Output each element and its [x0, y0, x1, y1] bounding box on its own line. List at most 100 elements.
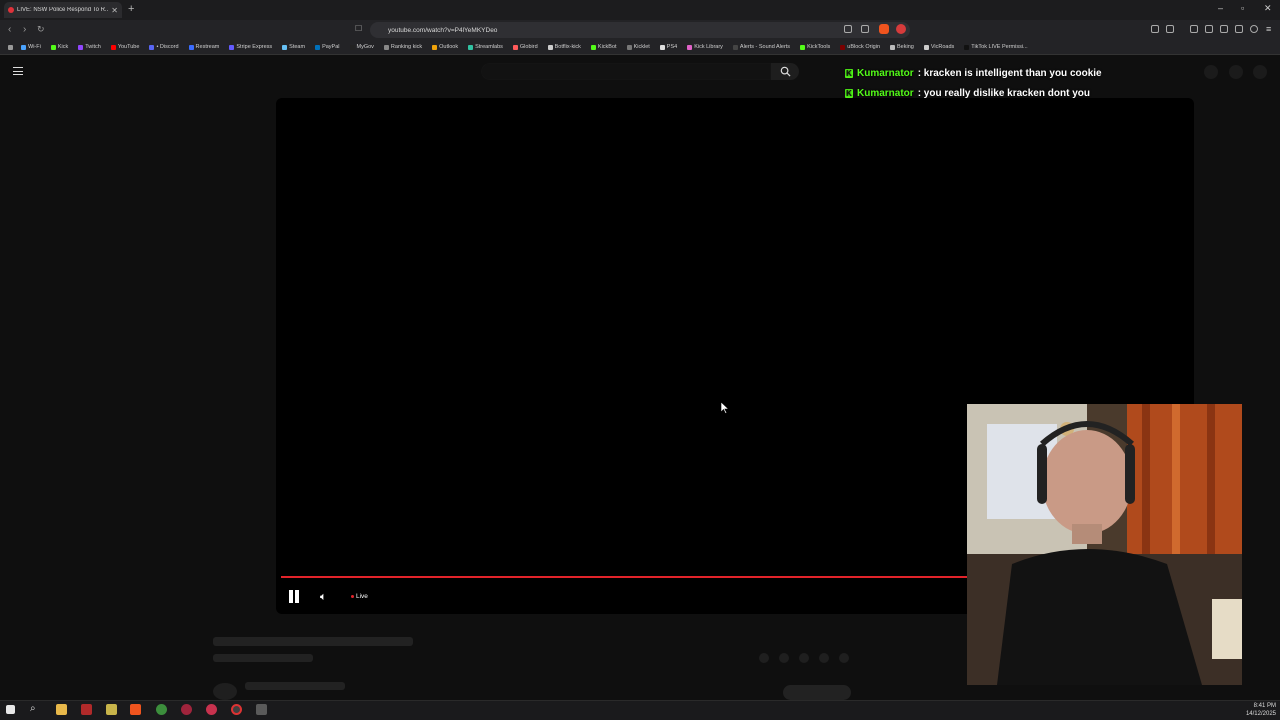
bookmark-item[interactable]: Wi-Fi [21, 44, 41, 50]
minimize-button[interactable]: – [1218, 3, 1223, 13]
volume-icon[interactable]: 🔈︎ [320, 591, 327, 604]
app-icon[interactable] [256, 704, 267, 715]
bookmark-favicon-icon [315, 44, 321, 50]
chrome-icon[interactable] [156, 704, 167, 715]
bookmark-item[interactable]: PayPal [315, 44, 340, 50]
wallet-icon[interactable] [1220, 25, 1228, 33]
app-icon[interactable] [181, 704, 192, 715]
bookmark-item[interactable]: Outlook [432, 44, 458, 50]
chat-message: K Kumarnator : kracken is intelligent th… [845, 68, 1102, 79]
bookmark-item[interactable]: Kicklet [626, 44, 650, 50]
new-tab-button[interactable]: + [128, 3, 134, 15]
close-window-button[interactable]: ✕ [1264, 3, 1272, 14]
bookmark-item[interactable]: Ranking kick [383, 44, 422, 50]
reload-icon[interactable]: ↻ [37, 24, 45, 35]
bookmark-item[interactable]: KickBot [590, 44, 617, 50]
bookmark-item[interactable]: Botflix-kick [547, 44, 581, 50]
live-dot-icon [351, 595, 354, 598]
bookmark-favicon-icon [590, 44, 596, 50]
obs-icon[interactable] [231, 704, 242, 715]
search-button[interactable] [771, 63, 799, 80]
menu-icon[interactable]: ≡ [1266, 24, 1271, 34]
bookmark-item[interactable]: Restream [188, 44, 219, 50]
bookmark-item[interactable]: Kick Library [687, 44, 723, 50]
bookmark-favicon-icon [800, 44, 806, 50]
cast-icon[interactable] [844, 25, 852, 33]
bookmark-item[interactable]: Kick [50, 44, 68, 50]
apps-icon[interactable] [8, 44, 13, 50]
bookmark-favicon-icon [964, 44, 970, 50]
bookmark-favicon-icon [21, 44, 26, 50]
url-text: youtube.com/watch?v=P4lYeMKYDeo [388, 26, 498, 34]
clock-date: 14/12/2025 [1245, 711, 1276, 717]
bookmark-item[interactable]: Globird [512, 44, 538, 50]
youtube-favicon-icon [8, 7, 14, 13]
bookmark-item[interactable]: • Discord [149, 44, 179, 50]
bookmark-item[interactable]: PS4 [659, 44, 677, 50]
bookmark-item[interactable]: Twitch [78, 44, 101, 50]
live-badge[interactable]: Live [351, 593, 368, 600]
address-bar[interactable]: youtube.com/watch?v=P4lYeMKYDeo [370, 22, 910, 38]
bookmark-favicon-icon [78, 44, 84, 50]
webcam-overlay [967, 404, 1242, 685]
browser-tab[interactable]: LIVE: NSW Police Respond To R... ✕ [4, 2, 122, 18]
brave-shields-icon[interactable] [879, 24, 889, 34]
bookmark-item[interactable]: MyGov [349, 44, 374, 50]
file-explorer-icon[interactable] [56, 704, 67, 715]
bookmark-favicon-icon [659, 44, 665, 50]
chat-message: K Kumarnator : you really dislike kracke… [845, 88, 1090, 99]
brave-browser-icon[interactable] [130, 704, 141, 715]
bookmark-item[interactable]: Beking [890, 44, 914, 50]
search-input[interactable] [481, 63, 771, 80]
bookmark-icon[interactable]: ☐ [355, 24, 362, 33]
placeholder-dot [779, 653, 789, 663]
forward-icon[interactable]: › [23, 24, 26, 35]
bookmark-item[interactable]: TikTok LIVE Permissi... [964, 44, 1028, 50]
notifications-icon[interactable] [1229, 65, 1243, 79]
live-label: Live [356, 593, 368, 600]
bookmark-item[interactable]: Streamlabs [468, 44, 503, 50]
bookmark-favicon-icon [547, 44, 553, 50]
brave-rewards-icon[interactable] [896, 24, 906, 34]
chat-username: Kumarnator [857, 88, 914, 99]
bookmark-item[interactable]: uBlock Origin [840, 44, 880, 50]
app-icon[interactable] [206, 704, 217, 715]
bookmark-favicon-icon [349, 44, 355, 50]
create-icon[interactable] [1204, 65, 1218, 79]
chat-text: : kracken is intelligent than you cookie [917, 68, 1102, 79]
avatar[interactable] [1253, 65, 1267, 79]
bookmark-favicon-icon [229, 44, 235, 50]
channel-avatar-placeholder [213, 683, 237, 700]
bookmark-item[interactable]: KickTools [800, 44, 830, 50]
hamburger-menu-icon[interactable] [13, 67, 23, 78]
app-icon[interactable] [106, 704, 117, 715]
webcam-image [967, 404, 1242, 685]
media-icon[interactable] [1190, 25, 1198, 33]
app-icon[interactable] [81, 704, 92, 715]
bookmark-item[interactable]: Alerts - Sound Alerts [732, 44, 790, 50]
taskbar-clock[interactable]: 8:41 PM 14/12/2025 [1246, 702, 1276, 718]
back-icon[interactable]: ‹ [8, 24, 11, 35]
bookmark-favicon-icon [512, 44, 518, 50]
maximize-button[interactable]: ▫ [1241, 3, 1244, 13]
vpn-icon[interactable] [1250, 25, 1258, 33]
bookmark-favicon-icon [923, 44, 929, 50]
bookmark-item[interactable]: Stripe Express [229, 44, 272, 50]
close-tab-icon[interactable]: ✕ [111, 6, 118, 15]
reading-list-icon[interactable] [1205, 25, 1213, 33]
bookmark-item[interactable]: Steam [282, 44, 305, 50]
share-icon[interactable] [861, 25, 869, 33]
start-icon[interactable] [6, 705, 15, 714]
kick-logo-icon: K [845, 89, 853, 98]
bookmark-item[interactable]: YouTube [110, 44, 139, 50]
bookmark-favicon-icon [890, 44, 896, 50]
taskbar [0, 700, 1280, 720]
sidebar-icon[interactable] [1166, 25, 1174, 33]
placeholder-dot [799, 653, 809, 663]
search-icon[interactable]: ⌕ [30, 703, 36, 714]
leo-icon[interactable] [1235, 25, 1243, 33]
extensions-icon[interactable] [1151, 25, 1159, 33]
placeholder-dot [819, 653, 829, 663]
bookmark-item[interactable]: VicRoads [923, 44, 954, 50]
pause-button[interactable] [289, 590, 301, 604]
